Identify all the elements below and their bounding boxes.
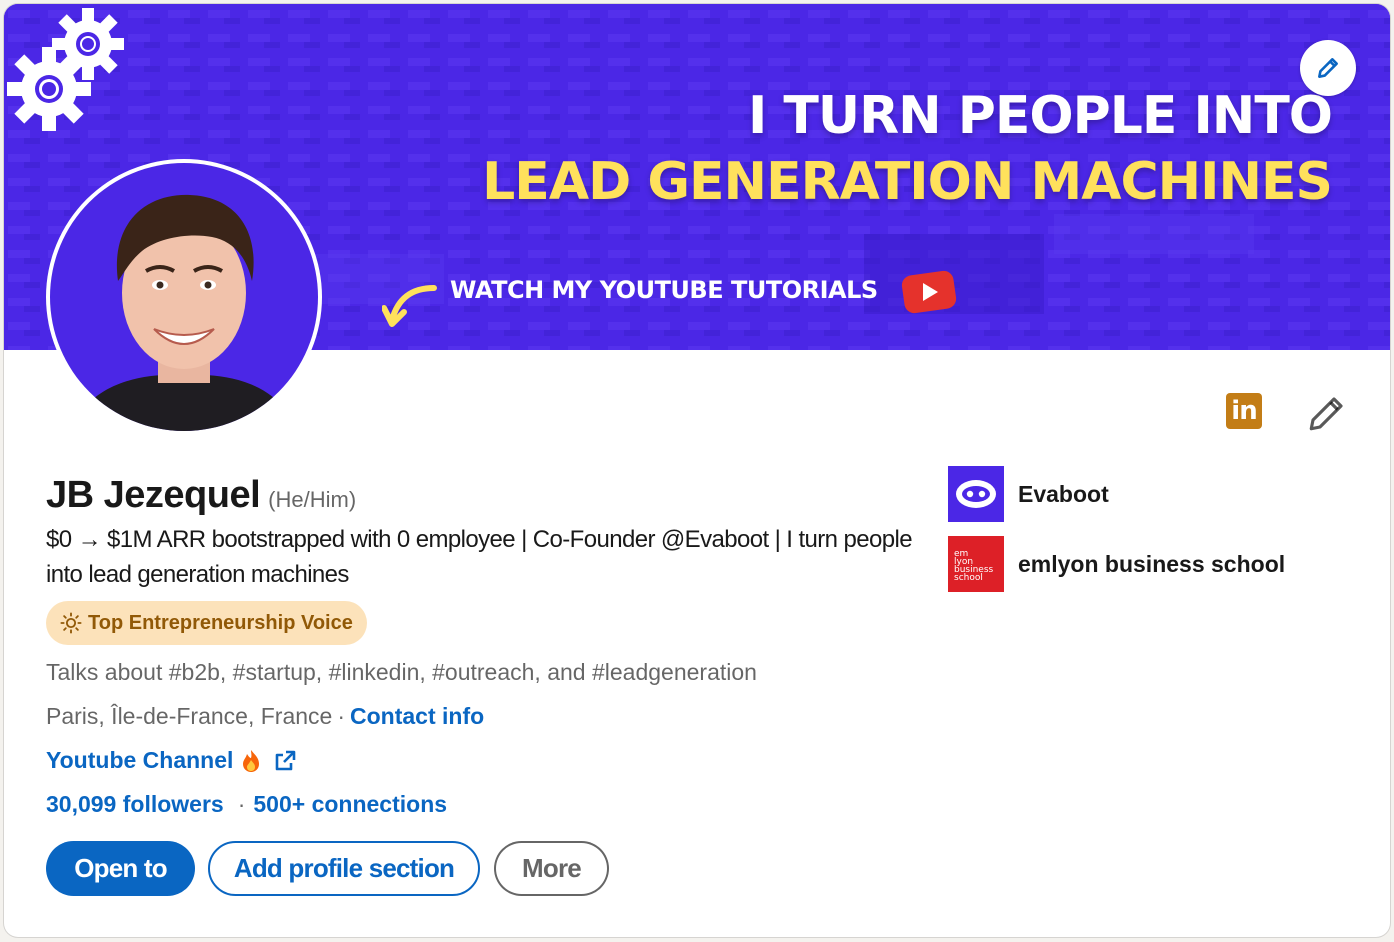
company-name: Evaboot (1018, 480, 1109, 507)
location-row: Paris, Île-de-France, France · Contact i… (46, 703, 484, 730)
separator: · (337, 703, 345, 729)
add-profile-section-button[interactable]: Add profile section (208, 841, 480, 896)
profile-name: JB Jezequel (46, 474, 261, 516)
followers-link[interactable]: 30,099 followers (46, 791, 224, 818)
emlyon-logo: em lyon business school (948, 536, 1004, 592)
website-link[interactable]: Youtube Channel (46, 747, 297, 774)
talks-about: Talks about #b2b, #startup, #linkedin, #… (46, 659, 757, 685)
evaboot-logo (948, 466, 1004, 522)
banner-subheadline: LEAD GENERATION MACHINES (482, 152, 1333, 212)
curved-arrow-icon (382, 285, 437, 327)
open-to-button[interactable]: Open to (46, 841, 195, 896)
fire-icon (241, 749, 261, 773)
profile-photo[interactable] (46, 159, 322, 435)
badge-label: Top Entrepreneurship Voice (88, 611, 353, 634)
pronouns: (He/Him) (268, 487, 357, 512)
edit-intro-button[interactable] (1306, 392, 1348, 434)
top-voice-badge[interactable]: Top Entrepreneurship Voice (46, 601, 367, 645)
website-label: Youtube Channel (46, 747, 234, 773)
contact-info-link[interactable]: Contact info (350, 703, 484, 730)
name-row: JB Jezequel (He/Him) (46, 474, 356, 517)
external-link-icon (273, 749, 297, 773)
banner-cta: WATCH MY YOUTUBE TUTORIALS (450, 276, 878, 304)
banner-headline: I TURN PEOPLE INTO (747, 86, 1333, 146)
location: Paris, Île-de-France, France (46, 703, 333, 729)
connections-link[interactable]: 500+ connections (253, 791, 447, 818)
sun-icon (60, 612, 82, 634)
school-name: emlyon business school (1018, 550, 1286, 577)
gear-icon (7, 47, 91, 131)
pencil-icon (1318, 58, 1338, 78)
edit-banner-button[interactable] (1300, 40, 1356, 96)
youtube-icon (901, 270, 957, 314)
network-row: 30,099 followers · 500+ connections (46, 791, 447, 818)
profile-card: I TURN PEOPLE INTO LEAD GENERATION MACHI… (4, 4, 1390, 937)
profile-headline: $0 → $1M ARR bootstrapped with 0 employe… (46, 526, 913, 588)
more-button[interactable]: More (494, 841, 609, 896)
current-company[interactable]: Evaboot (948, 466, 1109, 522)
avatar (50, 163, 318, 431)
education-school[interactable]: em lyon business school emlyon business … (948, 536, 1285, 592)
separator: · (237, 791, 246, 817)
linkedin-icon[interactable]: in (1226, 393, 1262, 429)
